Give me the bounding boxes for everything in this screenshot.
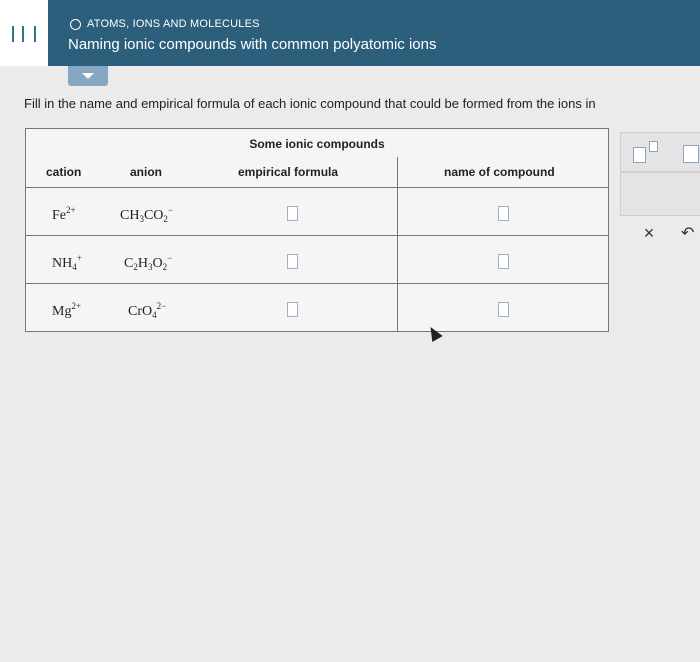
column-divider — [397, 157, 398, 331]
superscript-button[interactable] — [649, 141, 658, 152]
page-title: Naming ionic compounds with common polya… — [68, 36, 437, 53]
subscript-button[interactable] — [683, 145, 699, 163]
collapse-button[interactable] — [68, 66, 108, 86]
circle-icon — [70, 18, 81, 30]
clear-button[interactable]: × — [639, 223, 659, 244]
menu-icon — [12, 26, 36, 42]
compound-name-input[interactable] — [498, 302, 509, 317]
toolbar-format-row — [620, 132, 700, 172]
topic-label[interactable]: ATOMS, IONS AND MOLECULES — [70, 18, 260, 30]
header-divider — [26, 187, 608, 188]
cation-fe: Fe2+ — [52, 205, 76, 223]
empirical-formula-input[interactable] — [287, 302, 298, 317]
cation-ammonium: NH4+ — [52, 253, 82, 272]
empirical-formula-input[interactable] — [287, 206, 298, 221]
compound-name-input[interactable] — [498, 206, 509, 221]
toolbar-action-row: × ↶ — [620, 172, 700, 243]
anion-chromate: CrO42− — [128, 301, 167, 320]
row-divider — [26, 283, 608, 284]
header-anion: anion — [130, 165, 162, 179]
empirical-formula-input[interactable] — [287, 254, 298, 269]
menu-button[interactable] — [0, 0, 48, 66]
cation-mg: Mg2+ — [52, 301, 82, 319]
topic-text: ATOMS, IONS AND MOLECULES — [87, 18, 260, 30]
header-bar: ATOMS, IONS AND MOLECULES Naming ionic c… — [0, 0, 700, 66]
anion-acetate: CH3CO2− — [120, 205, 173, 224]
compounds-table: Some ionic compounds cation anion empiri… — [25, 128, 609, 332]
header-name-of-compound: name of compound — [444, 165, 555, 179]
row-divider — [26, 235, 608, 236]
chevron-down-icon — [82, 73, 94, 79]
superscript-base-icon — [633, 147, 646, 163]
header-cation: cation — [46, 165, 82, 179]
anion-propanoate: C2H3O2− — [124, 253, 173, 272]
compound-name-input[interactable] — [498, 254, 509, 269]
table-caption: Some ionic compounds — [249, 137, 385, 151]
undo-button[interactable]: ↶ — [681, 223, 694, 243]
formula-toolbar: × ↶ — [620, 132, 700, 243]
instructions-text: Fill in the name and empirical formula o… — [24, 96, 596, 111]
header-empirical-formula: empirical formula — [238, 165, 339, 179]
